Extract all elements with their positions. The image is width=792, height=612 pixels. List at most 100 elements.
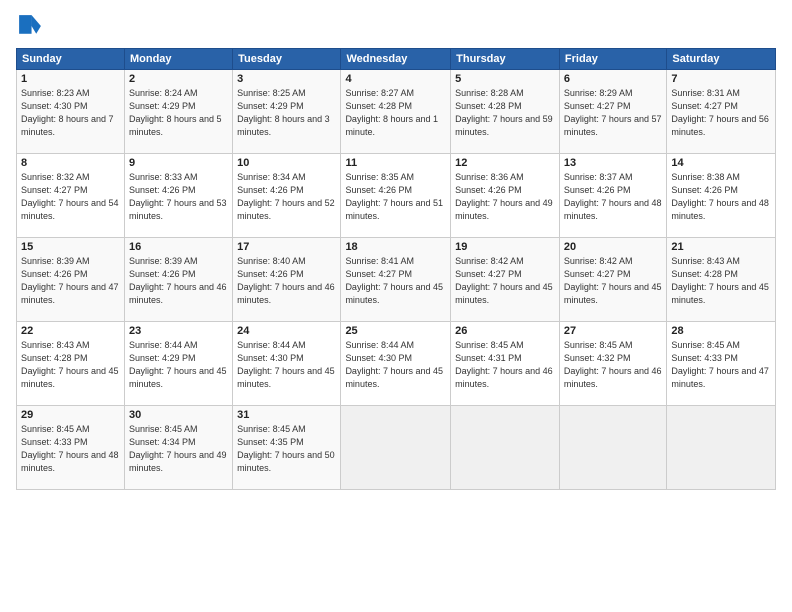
calendar-cell: 10Sunrise: 8:34 AMSunset: 4:26 PMDayligh…: [233, 154, 341, 238]
calendar-table: SundayMondayTuesdayWednesdayThursdayFrid…: [16, 48, 776, 490]
day-detail: Sunrise: 8:43 AMSunset: 4:28 PMDaylight:…: [21, 339, 120, 391]
calendar-cell: 16 Sunrise: 8:39 AMSunset: 4:26 PMDayligh…: [124, 238, 232, 322]
calendar-cell: 31 Sunrise: 8:45 AMSunset: 4:35 PMDayligh…: [233, 406, 341, 490]
day-number: 21: [671, 241, 771, 253]
day-detail: Sunrise: 8:45 AMSunset: 4:33 PMDaylight:…: [671, 339, 771, 391]
calendar-cell: 29Sunrise: 8:45 AMSunset: 4:33 PMDayligh…: [17, 406, 125, 490]
calendar-cell: 30 Sunrise: 8:45 AMSunset: 4:34 PMDayligh…: [124, 406, 232, 490]
day-detail: Sunrise: 8:39 AMSunset: 4:26 PMDaylight:…: [129, 255, 228, 307]
calendar-header-tuesday: Tuesday: [233, 49, 341, 70]
calendar-week-row: 29Sunrise: 8:45 AMSunset: 4:33 PMDayligh…: [17, 406, 776, 490]
calendar-cell: 1 Sunrise: 8:23 AMSunset: 4:30 PMDaylight…: [17, 70, 125, 154]
day-number: 17: [237, 241, 336, 253]
calendar-cell: 4 Sunrise: 8:27 AMSunset: 4:28 PMDaylight…: [341, 70, 451, 154]
day-detail: Sunrise: 8:32 AMSunset: 4:27 PMDaylight:…: [21, 171, 120, 223]
calendar-cell: 15 Sunrise: 8:39 AMSunset: 4:26 PMDayligh…: [17, 238, 125, 322]
day-detail: Sunrise: 8:44 AMSunset: 4:30 PMDaylight:…: [237, 339, 336, 391]
calendar-body: 1 Sunrise: 8:23 AMSunset: 4:30 PMDaylight…: [17, 70, 776, 490]
day-number: 22: [21, 325, 120, 337]
day-number: 13: [564, 157, 662, 169]
day-detail: Sunrise: 8:35 AMSunset: 4:26 PMDaylight:…: [345, 171, 446, 223]
calendar-cell: 5 Sunrise: 8:28 AMSunset: 4:28 PMDaylight…: [451, 70, 560, 154]
calendar-cell: 11 Sunrise: 8:35 AMSunset: 4:26 PMDayligh…: [341, 154, 451, 238]
day-number: 11: [345, 157, 446, 169]
day-detail: Sunrise: 8:25 AMSunset: 4:29 PMDaylight:…: [237, 87, 336, 139]
calendar-cell: 22 Sunrise: 8:43 AMSunset: 4:28 PMDayligh…: [17, 322, 125, 406]
calendar-cell: 13 Sunrise: 8:37 AMSunset: 4:26 PMDayligh…: [559, 154, 666, 238]
day-detail: Sunrise: 8:42 AMSunset: 4:27 PMDaylight:…: [564, 255, 662, 307]
day-detail: Sunrise: 8:28 AMSunset: 4:28 PMDaylight:…: [455, 87, 555, 139]
calendar-cell: 12Sunrise: 8:36 AMSunset: 4:26 PMDayligh…: [451, 154, 560, 238]
calendar-cell: 6Sunrise: 8:29 AMSunset: 4:27 PMDaylight…: [559, 70, 666, 154]
day-number: 19: [455, 241, 555, 253]
calendar-cell: [451, 406, 560, 490]
day-number: 26: [455, 325, 555, 337]
day-detail: Sunrise: 8:45 AMSunset: 4:32 PMDaylight:…: [564, 339, 662, 391]
day-number: 7: [671, 73, 771, 85]
day-number: 23: [129, 325, 228, 337]
calendar-header-saturday: Saturday: [667, 49, 776, 70]
day-detail: Sunrise: 8:42 AMSunset: 4:27 PMDaylight:…: [455, 255, 555, 307]
calendar-week-row: 1 Sunrise: 8:23 AMSunset: 4:30 PMDaylight…: [17, 70, 776, 154]
day-detail: Sunrise: 8:45 AMSunset: 4:34 PMDaylight:…: [129, 423, 228, 475]
day-detail: Sunrise: 8:43 AMSunset: 4:28 PMDaylight:…: [671, 255, 771, 307]
day-number: 15: [21, 241, 120, 253]
calendar-cell: 18Sunrise: 8:41 AMSunset: 4:27 PMDayligh…: [341, 238, 451, 322]
calendar-cell: 28Sunrise: 8:45 AMSunset: 4:33 PMDayligh…: [667, 322, 776, 406]
calendar-cell: 3Sunrise: 8:25 AMSunset: 4:29 PMDaylight…: [233, 70, 341, 154]
day-detail: Sunrise: 8:45 AMSunset: 4:35 PMDaylight:…: [237, 423, 336, 475]
day-detail: Sunrise: 8:27 AMSunset: 4:28 PMDaylight:…: [345, 87, 446, 139]
calendar-cell: 23 Sunrise: 8:44 AMSunset: 4:29 PMDayligh…: [124, 322, 232, 406]
day-detail: Sunrise: 8:31 AMSunset: 4:27 PMDaylight:…: [671, 87, 771, 139]
calendar-cell: [559, 406, 666, 490]
day-number: 5: [455, 73, 555, 85]
calendar-header-row: SundayMondayTuesdayWednesdayThursdayFrid…: [17, 49, 776, 70]
calendar-cell: 20 Sunrise: 8:42 AMSunset: 4:27 PMDayligh…: [559, 238, 666, 322]
day-number: 2: [129, 73, 228, 85]
calendar-week-row: 22 Sunrise: 8:43 AMSunset: 4:28 PMDayligh…: [17, 322, 776, 406]
day-number: 12: [455, 157, 555, 169]
day-number: 20: [564, 241, 662, 253]
day-number: 14: [671, 157, 771, 169]
calendar-cell: [341, 406, 451, 490]
calendar-cell: [667, 406, 776, 490]
day-detail: Sunrise: 8:44 AMSunset: 4:29 PMDaylight:…: [129, 339, 228, 391]
calendar-cell: 8 Sunrise: 8:32 AMSunset: 4:27 PMDaylight…: [17, 154, 125, 238]
day-number: 1: [21, 73, 120, 85]
day-number: 27: [564, 325, 662, 337]
day-detail: Sunrise: 8:29 AMSunset: 4:27 PMDaylight:…: [564, 87, 662, 139]
day-detail: Sunrise: 8:24 AMSunset: 4:29 PMDaylight:…: [129, 87, 228, 139]
logo-icon: [16, 12, 44, 40]
day-number: 18: [345, 241, 446, 253]
calendar-cell: 9Sunrise: 8:33 AMSunset: 4:26 PMDaylight…: [124, 154, 232, 238]
day-detail: Sunrise: 8:33 AMSunset: 4:26 PMDaylight:…: [129, 171, 228, 223]
calendar-header-sunday: Sunday: [17, 49, 125, 70]
calendar-cell: 25 Sunrise: 8:44 AMSunset: 4:30 PMDayligh…: [341, 322, 451, 406]
day-detail: Sunrise: 8:23 AMSunset: 4:30 PMDaylight:…: [21, 87, 120, 139]
day-number: 25: [345, 325, 446, 337]
day-number: 31: [237, 409, 336, 421]
day-number: 29: [21, 409, 120, 421]
calendar-cell: 21 Sunrise: 8:43 AMSunset: 4:28 PMDayligh…: [667, 238, 776, 322]
calendar-header-friday: Friday: [559, 49, 666, 70]
day-detail: Sunrise: 8:45 AMSunset: 4:31 PMDaylight:…: [455, 339, 555, 391]
calendar-cell: 17 Sunrise: 8:40 AMSunset: 4:26 PMDayligh…: [233, 238, 341, 322]
day-detail: Sunrise: 8:44 AMSunset: 4:30 PMDaylight:…: [345, 339, 446, 391]
calendar-cell: 2 Sunrise: 8:24 AMSunset: 4:29 PMDaylight…: [124, 70, 232, 154]
day-detail: Sunrise: 8:34 AMSunset: 4:26 PMDaylight:…: [237, 171, 336, 223]
day-number: 30: [129, 409, 228, 421]
header: [16, 12, 776, 40]
calendar-week-row: 8 Sunrise: 8:32 AMSunset: 4:27 PMDaylight…: [17, 154, 776, 238]
day-number: 4: [345, 73, 446, 85]
day-number: 8: [21, 157, 120, 169]
day-detail: Sunrise: 8:39 AMSunset: 4:26 PMDaylight:…: [21, 255, 120, 307]
day-number: 16: [129, 241, 228, 253]
day-detail: Sunrise: 8:40 AMSunset: 4:26 PMDaylight:…: [237, 255, 336, 307]
calendar-week-row: 15 Sunrise: 8:39 AMSunset: 4:26 PMDayligh…: [17, 238, 776, 322]
calendar-cell: 26 Sunrise: 8:45 AMSunset: 4:31 PMDayligh…: [451, 322, 560, 406]
calendar-cell: 19 Sunrise: 8:42 AMSunset: 4:27 PMDayligh…: [451, 238, 560, 322]
page: SundayMondayTuesdayWednesdayThursdayFrid…: [0, 0, 792, 612]
logo: [16, 12, 48, 40]
day-detail: Sunrise: 8:37 AMSunset: 4:26 PMDaylight:…: [564, 171, 662, 223]
calendar-cell: 27 Sunrise: 8:45 AMSunset: 4:32 PMDayligh…: [559, 322, 666, 406]
